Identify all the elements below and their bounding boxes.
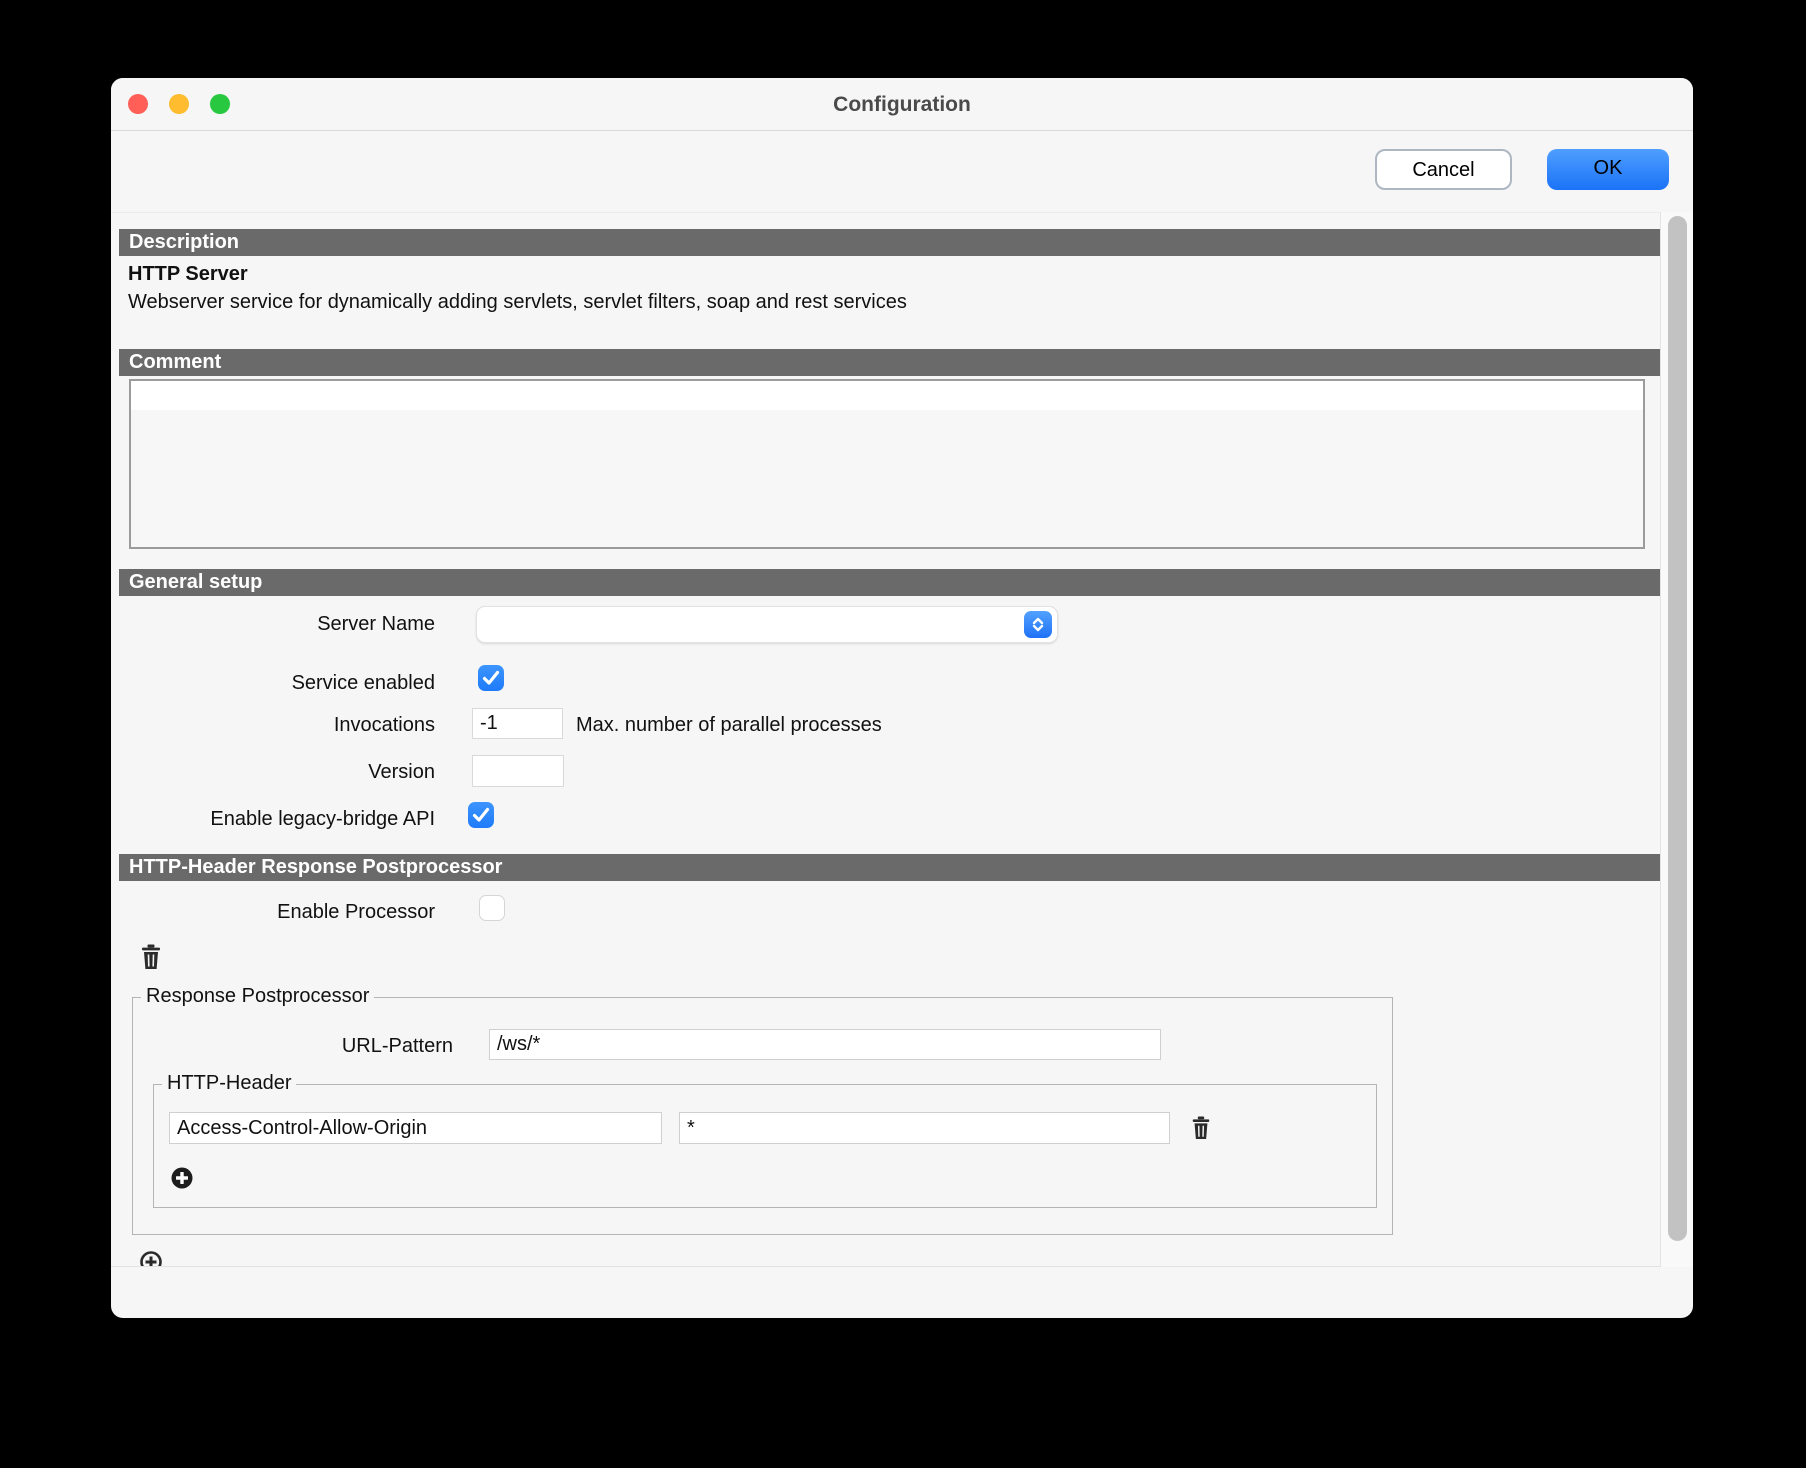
service-description: Webserver service for dynamically adding… — [128, 291, 907, 314]
header-value-input[interactable] — [679, 1112, 1170, 1144]
comment-textarea[interactable] — [129, 379, 1645, 549]
add-postprocessor-icon[interactable] — [139, 1250, 163, 1267]
legacy-bridge-checkbox[interactable] — [468, 802, 494, 828]
delete-postprocessor-icon[interactable] — [139, 944, 163, 975]
window-title: Configuration — [111, 78, 1693, 131]
scrollbar-thumb[interactable] — [1668, 216, 1687, 1241]
invocations-input[interactable] — [472, 708, 563, 739]
section-header-postprocessor: HTTP-Header Response Postprocessor — [119, 854, 1660, 881]
version-label: Version — [131, 761, 435, 784]
form-scroll-area: Description HTTP Server Webserver servic… — [111, 212, 1660, 1267]
legacy-bridge-label: Enable legacy-bridge API — [131, 808, 435, 831]
ok-button[interactable]: OK — [1547, 149, 1669, 190]
response-postprocessor-legend: Response Postprocessor — [141, 985, 374, 1008]
section-header-description: Description — [119, 229, 1660, 256]
configuration-window: Configuration Cancel OK Description HTTP… — [111, 78, 1693, 1318]
service-enabled-checkbox[interactable] — [478, 665, 504, 691]
vertical-scrollbar[interactable] — [1660, 212, 1693, 1267]
http-header-group: HTTP-Header — [153, 1084, 1377, 1208]
section-header-general-setup: General setup — [119, 569, 1660, 596]
service-enabled-label: Service enabled — [131, 672, 435, 695]
service-title: HTTP Server — [128, 263, 248, 286]
http-header-legend: HTTP-Header — [162, 1072, 296, 1095]
cancel-button[interactable]: Cancel — [1375, 149, 1512, 190]
invocations-label: Invocations — [131, 714, 435, 737]
header-name-input[interactable] — [169, 1112, 662, 1144]
server-name-label: Server Name — [131, 613, 435, 636]
url-pattern-label: URL-Pattern — [153, 1035, 453, 1058]
title-bar: Configuration — [111, 78, 1693, 131]
invocations-hint: Max. number of parallel processes — [576, 714, 882, 737]
enable-processor-checkbox[interactable] — [479, 895, 505, 921]
delete-header-icon[interactable] — [1190, 1116, 1212, 1145]
response-postprocessor-group: Response Postprocessor URL-Pattern HTTP-… — [132, 997, 1393, 1235]
url-pattern-input[interactable] — [489, 1029, 1161, 1060]
chevron-up-down-icon — [1024, 611, 1052, 638]
enable-processor-label: Enable Processor — [131, 901, 435, 924]
server-name-select[interactable] — [476, 606, 1058, 643]
section-header-comment: Comment — [119, 349, 1660, 376]
add-header-icon[interactable] — [171, 1167, 193, 1194]
status-bar: CI-HUB qa censhare 150M/4096M — [111, 1268, 1693, 1318]
version-input[interactable] — [472, 755, 564, 787]
